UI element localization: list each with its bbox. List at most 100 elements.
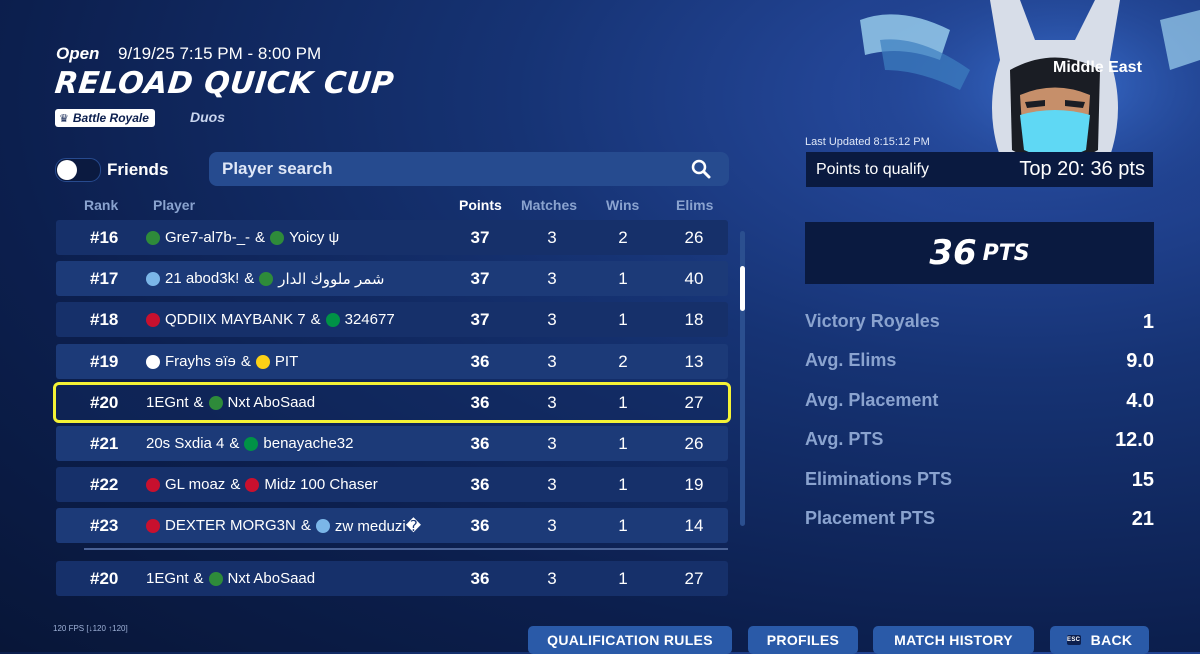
player-1-name: Gre7-al7b-_- (165, 229, 251, 246)
team-size: Duos (190, 109, 225, 125)
scrollbar-thumb[interactable] (740, 266, 745, 311)
row-matches: 3 (547, 515, 557, 535)
row-points: 37 (470, 309, 490, 329)
table-row[interactable]: #16 Gre7-al7b-_- & Yoicy ψ 37 3 2 26 (56, 220, 728, 255)
table-row-highlighted[interactable]: #20 1EGnt & Nxt AboSaad 36 3 1 27 (53, 382, 731, 423)
row-players: QDDIIX MAYBANK 7 & 324677 (146, 311, 395, 328)
row-points: 36 (470, 351, 490, 371)
self-points: 36 (470, 568, 490, 588)
table-row[interactable]: #17 21 abod3k! & شمر ملووك الدار 37 3 1 40 (56, 261, 728, 296)
self-elims: 27 (684, 568, 704, 588)
player-2-name: شمر ملووك الدار (278, 270, 385, 288)
mode-tag: ♛ Battle Royale (55, 109, 155, 127)
player-joiner: & (193, 394, 204, 411)
stat-value: 9.0 (1126, 350, 1154, 373)
mode-tag-label: Battle Royale (72, 111, 149, 125)
qualification-rules-button[interactable]: QUALIFICATION RULES (528, 626, 732, 654)
column-matches[interactable]: Matches (521, 197, 577, 213)
player-1-name: Frayhs ɘïɘ (165, 353, 236, 370)
last-updated: Last Updated 8:15:12 PM (805, 136, 930, 148)
flag-icon (208, 571, 223, 586)
player-joiner: & (300, 517, 311, 534)
row-players: 21 abod3k! & شمر ملووك الدار (146, 270, 384, 288)
event-status: Open (56, 44, 100, 63)
row-players: Gre7-al7b-_- & Yoicy ψ (146, 229, 339, 246)
flag-icon (146, 271, 160, 286)
stat-row: Placement PTS 21 (805, 508, 1154, 530)
flag-icon (208, 395, 223, 410)
row-elims: 26 (684, 433, 704, 453)
player-1-name: 1EGnt (146, 394, 189, 411)
stat-row: Avg. PTS 12.0 (805, 429, 1154, 451)
back-label: BACK (1090, 632, 1133, 648)
stat-value: 4.0 (1126, 389, 1154, 412)
player-1-name: 20s Sxdia 4 (146, 435, 225, 452)
back-button[interactable]: ESC BACK (1050, 626, 1149, 654)
player-joiner: & (193, 570, 204, 587)
row-points: 37 (470, 227, 490, 247)
total-points-unit: PTS (982, 240, 1030, 266)
stat-row: Victory Royales 1 (805, 311, 1154, 333)
player-joiner: & (255, 229, 266, 246)
row-wins: 1 (618, 309, 628, 329)
row-wins: 1 (618, 433, 628, 453)
flag-icon (244, 436, 259, 451)
row-matches: 3 (547, 433, 557, 453)
flag-icon (259, 271, 274, 286)
row-wins: 2 (618, 227, 628, 247)
player-joiner: & (230, 476, 241, 493)
flag-icon (146, 354, 160, 369)
row-players: DEXTER MORG3N & zw meduzi� (146, 517, 421, 535)
profiles-button[interactable]: PROFILES (748, 626, 858, 654)
row-wins: 2 (618, 351, 628, 371)
search-input[interactable] (220, 158, 684, 180)
column-player[interactable]: Player (153, 197, 195, 213)
row-rank: #17 (90, 268, 119, 288)
event-time-window: 9/19/25 7:15 PM - 8:00 PM (118, 44, 322, 63)
row-matches: 3 (547, 474, 557, 494)
total-points-box: 36 PTS (805, 222, 1154, 284)
row-players: GL moaz & Midz 100 Chaser (146, 476, 378, 493)
flag-icon (146, 518, 160, 533)
column-points[interactable]: Points (459, 197, 502, 213)
row-matches: 3 (547, 227, 557, 247)
column-elims[interactable]: Elims (676, 197, 713, 213)
table-row[interactable]: #21 20s Sxdia 4 & benayache32 36 3 1 26 (56, 426, 728, 461)
row-elims: 13 (684, 351, 704, 371)
row-players: 20s Sxdia 4 & benayache32 (146, 435, 354, 452)
player-2-name: zw meduzi� (334, 517, 422, 535)
flag-icon (315, 518, 330, 533)
search-icon[interactable] (691, 159, 711, 179)
stat-value: 15 (1131, 468, 1154, 491)
table-row[interactable]: #22 GL moaz & Midz 100 Chaser 36 3 1 19 (56, 467, 728, 502)
table-row[interactable]: #18 QDDIIX MAYBANK 7 & 324677 37 3 1 18 (56, 302, 728, 337)
player-1-name: GL moaz (165, 476, 226, 493)
match-history-button[interactable]: MATCH HISTORY (873, 626, 1034, 654)
row-elims: 14 (684, 515, 704, 535)
friends-toggle[interactable] (55, 158, 101, 182)
player-2-name: PIT (274, 353, 299, 370)
column-wins[interactable]: Wins (606, 197, 639, 213)
toggle-knob (57, 160, 77, 180)
flag-icon (245, 477, 260, 492)
row-matches: 3 (547, 392, 557, 412)
row-wins: 1 (618, 515, 628, 535)
qualify-value: Top 20: 36 pts (1019, 158, 1145, 180)
row-points: 37 (470, 268, 490, 288)
friends-label: Friends (107, 160, 169, 179)
stat-value: 1 (1142, 311, 1154, 333)
table-row[interactable]: #23 DEXTER MORG3N & zw meduzi� 36 3 1 14 (56, 508, 728, 543)
row-rank: #19 (90, 351, 119, 371)
page-title: RELOAD QUICK CUP (53, 66, 396, 101)
row-elims: 26 (684, 227, 704, 247)
crown-icon: ♛ (59, 112, 69, 125)
row-points: 36 (470, 392, 490, 412)
row-players: Frayhs ɘïɘ & PIT (146, 353, 298, 370)
table-row[interactable]: #19 Frayhs ɘïɘ & PIT 36 3 2 13 (56, 344, 728, 379)
row-rank: #16 (90, 227, 119, 247)
stat-row: Eliminations PTS 15 (805, 468, 1154, 491)
row-points: 36 (470, 433, 490, 453)
flag-icon (146, 312, 160, 327)
column-rank[interactable]: Rank (84, 197, 118, 213)
self-row[interactable]: #20 1EGnt & Nxt AboSaad 36 3 1 27 (56, 561, 728, 596)
